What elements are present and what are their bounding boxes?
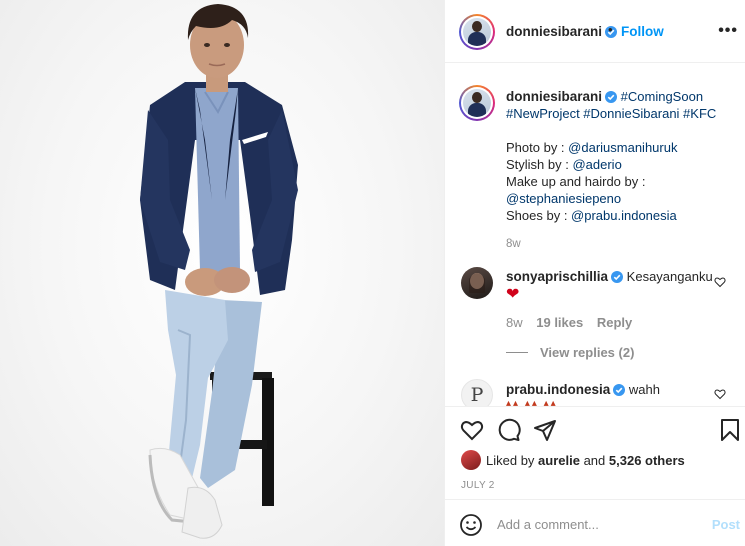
comments-section[interactable]: donniesibarani #ComingSoon #NewProject #… — [445, 64, 745, 407]
emoji-row: ▴▴ ▴▴ ▴▴ — [506, 398, 558, 407]
likes-count[interactable]: 5,326 others — [609, 453, 685, 468]
like-comment-heart-icon[interactable] — [714, 276, 726, 288]
shoe-back — [181, 486, 223, 539]
mention-link[interactable]: @prabu.indonesia — [571, 208, 677, 223]
separator-dot: • — [608, 22, 613, 37]
reply-button[interactable]: Reply — [597, 315, 632, 330]
post-side-panel: donniesibarani • Follow ••• donniesibara… — [444, 0, 745, 546]
view-replies-button[interactable]: View replies (2) — [506, 345, 634, 360]
caption-author-avatar[interactable] — [459, 85, 495, 121]
mention-link[interactable]: @stephaniesiepeno — [506, 191, 621, 206]
mention-link[interactable]: @aderio — [572, 157, 621, 172]
comment-likes[interactable]: 19 likes — [536, 315, 583, 330]
author-avatar[interactable] — [459, 14, 495, 50]
post-date: JULY 2 — [461, 480, 495, 491]
verified-badge-icon — [611, 271, 624, 283]
caption-age: 8w — [506, 238, 521, 250]
credit-label: Make up and hairdo by : — [506, 174, 646, 189]
commenter-username[interactable]: prabu.indonesia — [506, 382, 610, 397]
post-photo[interactable] — [0, 0, 444, 546]
caption-username[interactable]: donniesibarani — [506, 89, 602, 104]
comment-item: sonyaprischillia Kesayanganku — [506, 269, 713, 284]
hashtag-links[interactable]: #NewProject #DonnieSibarani #KFC — [506, 105, 736, 122]
author-username[interactable]: donniesibarani — [506, 24, 618, 39]
like-heart-icon[interactable] — [459, 418, 485, 442]
post-comment-button[interactable]: Post — [712, 517, 740, 532]
verified-badge-icon — [613, 384, 626, 396]
liker-avatar[interactable] — [461, 450, 481, 470]
comment-bubble-icon[interactable] — [497, 418, 521, 442]
comment-text: wahh — [628, 382, 660, 397]
likes-summary: Liked by aurelie and 5,326 others — [486, 453, 685, 468]
add-comment-bar: Add a comment... Post — [445, 501, 745, 546]
verified-badge-icon — [605, 91, 618, 103]
liker-username[interactable]: aurelie — [538, 453, 580, 468]
add-comment-input[interactable]: Add a comment... — [497, 517, 599, 532]
heart-emoji: ❤ — [506, 286, 520, 303]
follow-button[interactable]: Follow — [621, 24, 664, 39]
comment-text: Kesayanganku — [626, 269, 713, 284]
comment-age: 8w — [506, 315, 523, 330]
commenter-avatar[interactable]: P — [461, 379, 493, 406]
credit-label: Shoes by : — [506, 208, 572, 223]
more-options-icon[interactable]: ••• — [718, 22, 738, 40]
post-actions: Liked by aurelie and 5,326 others JULY 2 — [445, 408, 745, 500]
share-send-icon[interactable] — [533, 418, 557, 442]
shirt — [195, 88, 240, 275]
save-bookmark-icon[interactable] — [719, 418, 741, 442]
emoji-smile-icon[interactable] — [459, 513, 483, 537]
mention-link[interactable]: @dariusmanihuruk — [568, 140, 677, 155]
like-comment-heart-icon[interactable] — [714, 388, 726, 400]
replies-divider — [506, 352, 528, 353]
photo-man-seated-on-stool — [140, 4, 298, 539]
post-caption: donniesibarani #ComingSoon #NewProject #… — [506, 88, 736, 253]
credit-label: Stylish by : — [506, 157, 573, 172]
commenter-username[interactable]: sonyaprischillia — [506, 269, 608, 284]
credit-label: Photo by : — [506, 140, 569, 155]
post-header: donniesibarani • Follow ••• — [445, 0, 745, 63]
commenter-avatar[interactable] — [461, 267, 493, 299]
comment-meta: 8w 19 likes Reply — [506, 315, 632, 330]
hashtag-link[interactable]: #ComingSoon — [621, 89, 703, 104]
comment-item: prabu.indonesia wahh — [506, 382, 660, 397]
